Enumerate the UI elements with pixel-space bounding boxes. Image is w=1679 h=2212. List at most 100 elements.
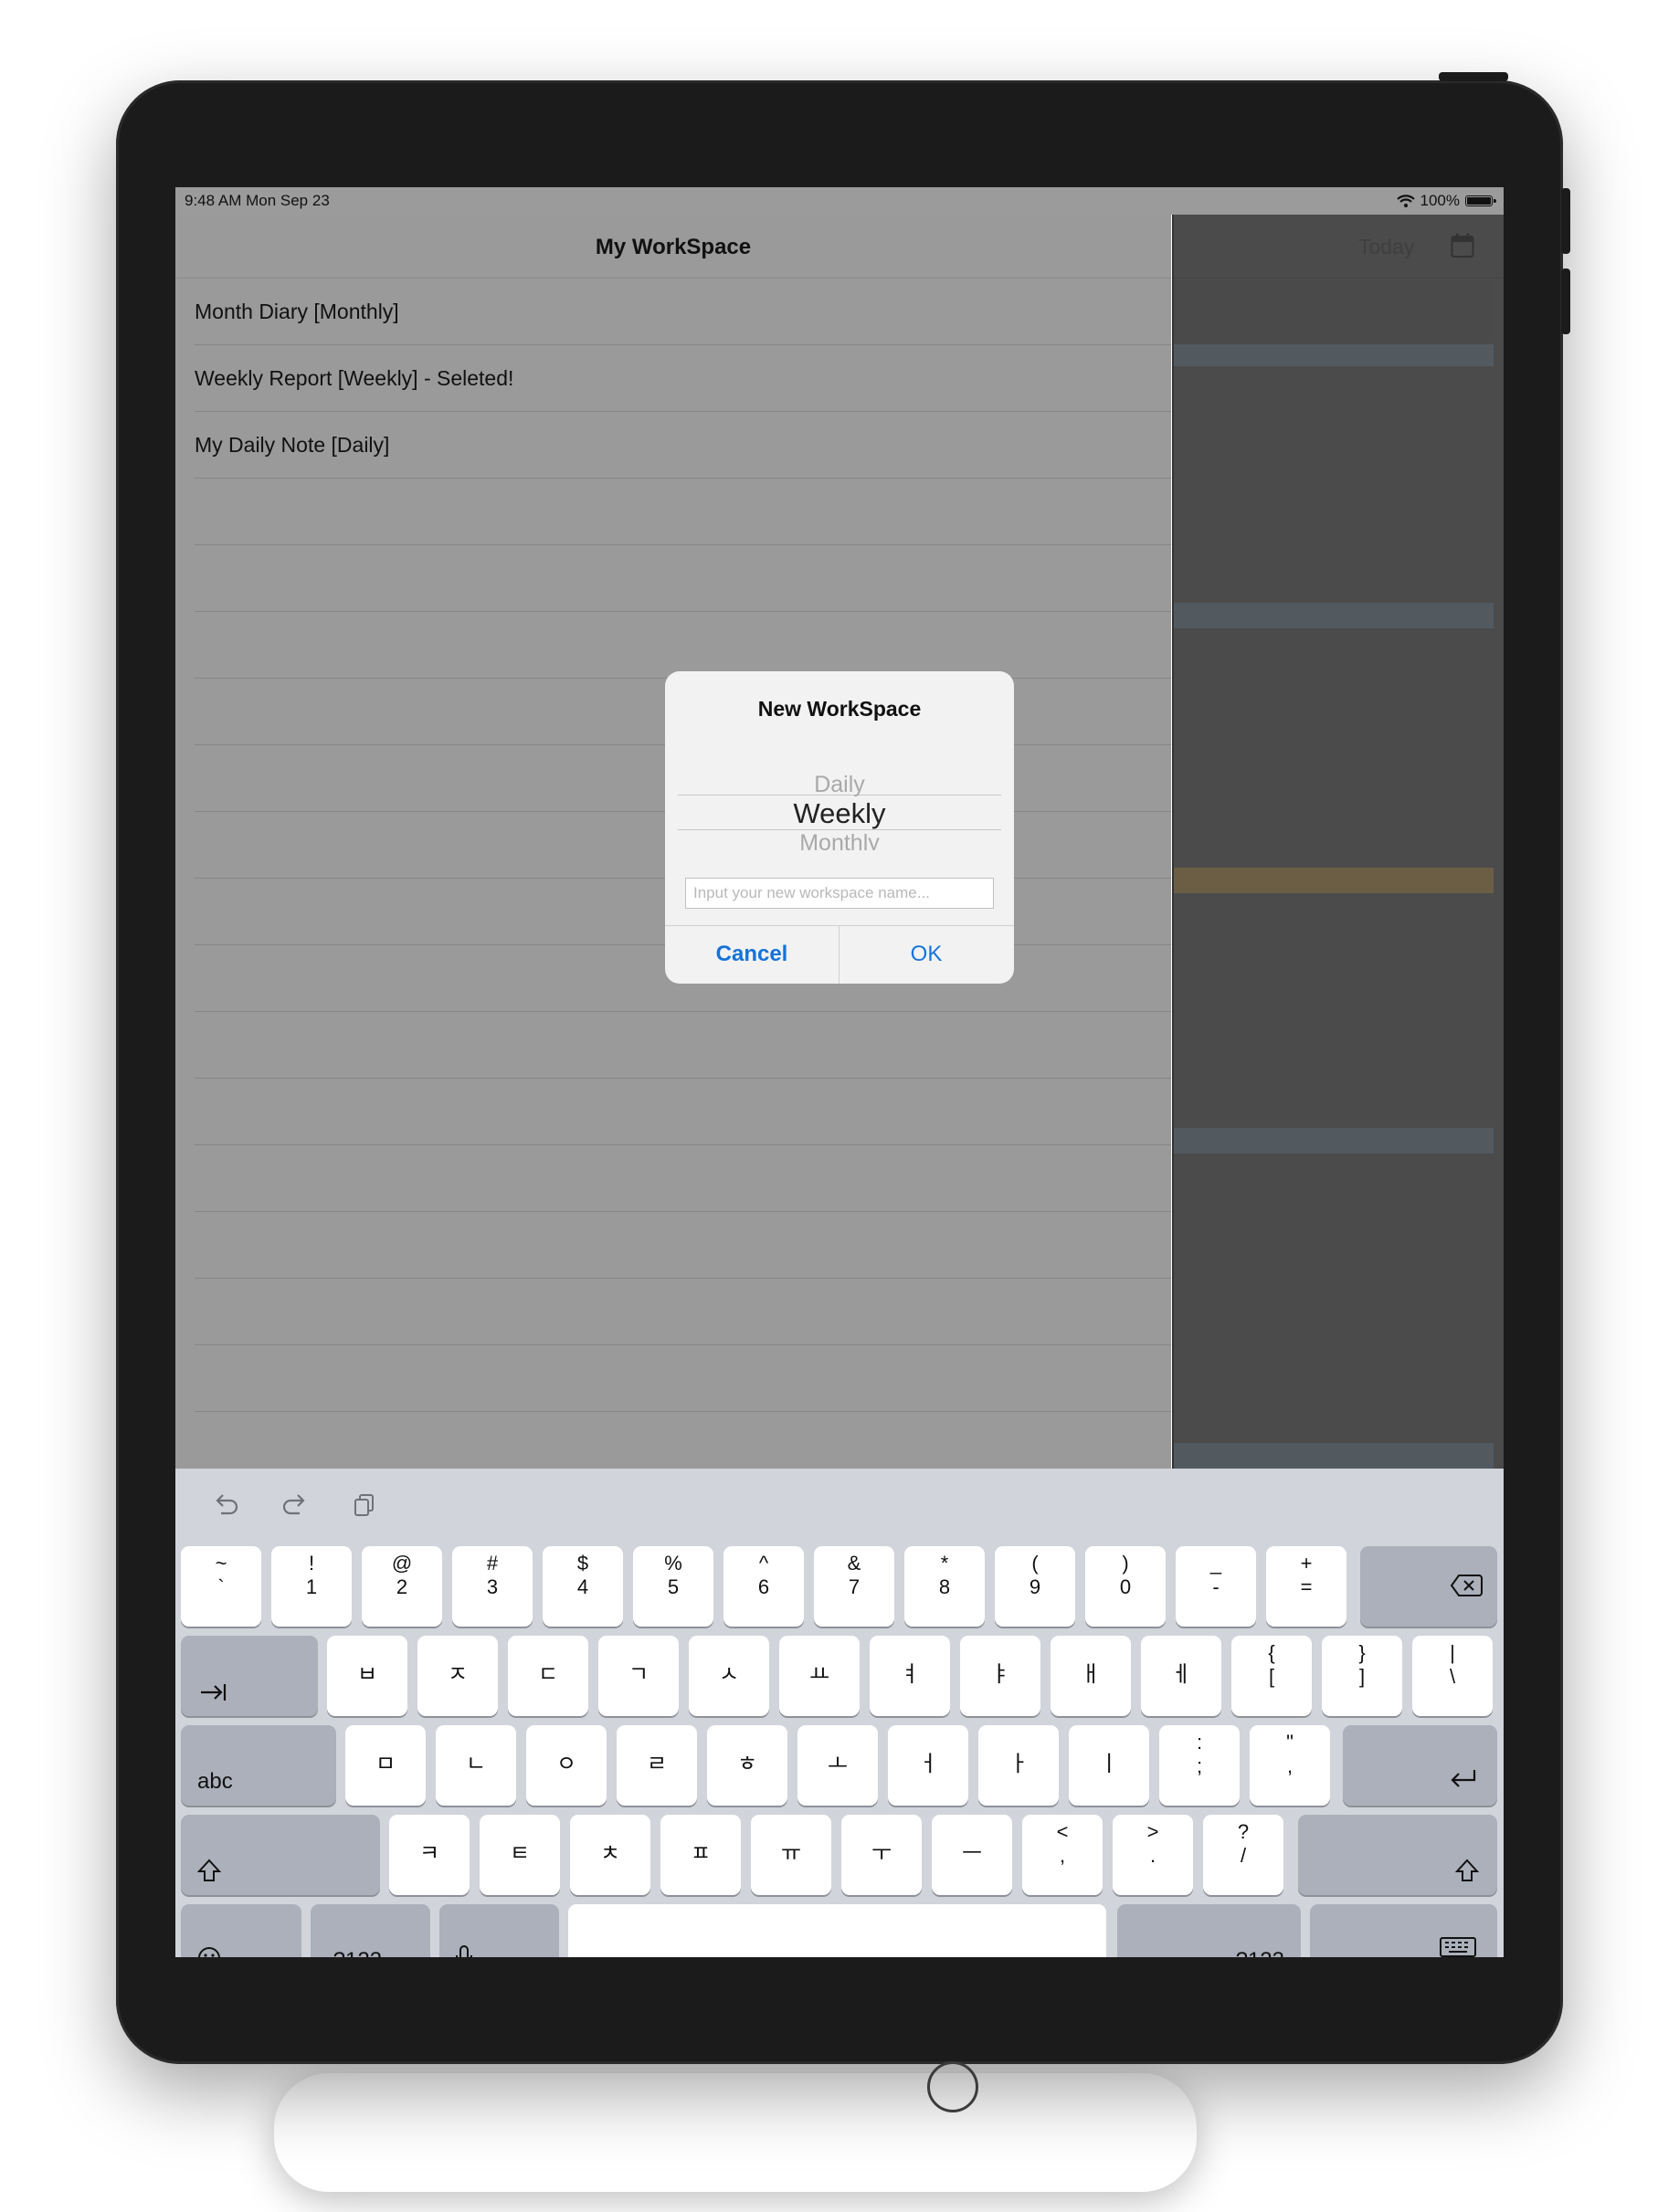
key-char[interactable]: ㅏ xyxy=(978,1725,1059,1806)
key-label: | xyxy=(1450,1641,1455,1664)
key-char[interactable]: % 5 xyxy=(633,1546,713,1627)
key-label: ㄹ xyxy=(646,1752,668,1776)
return-key[interactable] xyxy=(1343,1725,1497,1806)
key-label: ㅏ xyxy=(1008,1752,1030,1776)
delete-key[interactable] xyxy=(1360,1546,1497,1627)
key-char[interactable]: & 7 xyxy=(814,1546,894,1627)
space-key[interactable] xyxy=(568,1904,1106,1957)
key-char[interactable]: @2 xyxy=(362,1546,442,1627)
empty-row xyxy=(195,1012,1171,1079)
shift-icon xyxy=(1455,1859,1479,1881)
key-char[interactable]: $4 xyxy=(543,1546,623,1627)
key-char[interactable]: ㅋ xyxy=(389,1815,470,1895)
key-char[interactable]: ㅑ xyxy=(960,1636,1040,1716)
ok-button[interactable]: OK xyxy=(840,926,1013,984)
undo-icon[interactable] xyxy=(210,1489,241,1520)
key-char[interactable]: ㅊ xyxy=(570,1815,650,1895)
calendar-icon[interactable] xyxy=(1451,233,1474,258)
key-char[interactable]: ) 0 xyxy=(1085,1546,1166,1627)
key-char[interactable]: ㅈ xyxy=(417,1636,498,1716)
key-char[interactable]: (9 xyxy=(995,1546,1075,1627)
workspace-type-picker[interactable]: Daily Weekly Monthly xyxy=(678,763,1001,863)
key-char[interactable]: ㅁ xyxy=(345,1725,426,1806)
key-char[interactable]: ^ 6 xyxy=(723,1546,804,1627)
key-char[interactable]: ㅌ xyxy=(480,1815,560,1895)
key-label: ㅣ xyxy=(1098,1752,1120,1776)
new-workspace-dialog: New WorkSpace Daily Weekly Monthly Cance… xyxy=(665,671,1014,984)
redo-icon[interactable] xyxy=(280,1489,311,1520)
key-label: ^ xyxy=(758,1552,769,1575)
list-item[interactable]: Month Diary [Monthly] xyxy=(195,279,1171,345)
key-char[interactable]: ㅐ xyxy=(1051,1636,1131,1716)
key-label: ㅇ xyxy=(555,1752,577,1776)
key-char[interactable]: ㅗ xyxy=(797,1725,878,1806)
list-item[interactable]: Weekly Report [Weekly] - Seleted! xyxy=(195,345,1171,412)
key-char[interactable]: ? / xyxy=(1203,1815,1283,1895)
key-char[interactable]: ㅇ xyxy=(526,1725,607,1806)
top-button xyxy=(1439,72,1508,81)
key-label: ㅠ xyxy=(780,1841,802,1866)
home-button[interactable] xyxy=(927,2061,978,2112)
shift-left-key[interactable] xyxy=(181,1815,380,1895)
key-label: .?123 xyxy=(1230,1948,1284,1957)
calendar-band xyxy=(1174,1443,1494,1469)
key-char[interactable]: ㅎ xyxy=(707,1725,787,1806)
key-char[interactable]: ㅣ xyxy=(1069,1725,1149,1806)
key-char[interactable]: ㅓ xyxy=(888,1725,968,1806)
cancel-button[interactable]: Cancel xyxy=(665,926,839,984)
key-char[interactable]: ㄱ xyxy=(598,1636,679,1716)
today-button[interactable]: Today xyxy=(1358,235,1414,259)
dictation-key[interactable] xyxy=(439,1904,559,1957)
list-item-label: Weekly Report [Weekly] - Seleted! xyxy=(195,366,514,390)
key-char[interactable]: _ - xyxy=(1176,1546,1256,1627)
key-char[interactable]: ㅛ xyxy=(779,1636,860,1716)
numbers-key[interactable]: .?123 xyxy=(1117,1904,1301,1957)
key-char[interactable]: }] xyxy=(1322,1636,1402,1716)
key-char[interactable]: <, xyxy=(1022,1815,1103,1895)
empty-row xyxy=(195,612,1171,679)
key-label: ㄴ xyxy=(465,1752,487,1776)
key-char[interactable]: ㄹ xyxy=(617,1725,697,1806)
keyboard-dismiss-key[interactable] xyxy=(1310,1904,1497,1957)
key-char[interactable]: * 8 xyxy=(904,1546,985,1627)
key-char[interactable]: | \ xyxy=(1412,1636,1493,1716)
abc-key[interactable]: abc xyxy=(181,1725,336,1806)
key-char[interactable]: ~ ` xyxy=(181,1546,261,1627)
key-char[interactable]: ㅅ xyxy=(689,1636,769,1716)
key-char[interactable]: ㄷ xyxy=(508,1636,588,1716)
tab-key[interactable] xyxy=(181,1636,318,1716)
numbers-key[interactable]: .?123 xyxy=(311,1904,430,1957)
key-label: ! xyxy=(308,1552,315,1575)
emoji-key[interactable] xyxy=(181,1904,301,1957)
list-item[interactable]: My Daily Note [Daily] xyxy=(195,412,1171,479)
key-char[interactable]: ㅠ xyxy=(751,1815,831,1895)
picker-option-weekly[interactable]: Weekly xyxy=(678,797,1001,830)
key-label: % xyxy=(664,1552,682,1575)
shift-right-key[interactable] xyxy=(1298,1815,1497,1895)
key-char[interactable]: {[ xyxy=(1231,1636,1312,1716)
paste-icon[interactable] xyxy=(349,1489,380,1520)
key-label: ㅋ xyxy=(418,1841,440,1866)
key-char[interactable]: ㅍ xyxy=(660,1815,741,1895)
calendar-pane: Today xyxy=(1172,215,1504,1469)
key-char[interactable]: ㅡ xyxy=(932,1815,1012,1895)
key-label: .?123 xyxy=(327,1948,382,1957)
key-char[interactable]: + = xyxy=(1266,1546,1346,1627)
calendar-band xyxy=(1174,344,1494,366)
picker-option-daily[interactable]: Daily xyxy=(678,772,1001,798)
key-char[interactable]: ㅔ xyxy=(1141,1636,1221,1716)
calendar-nav-bar: Today xyxy=(1174,215,1504,279)
key-char[interactable]: ㅂ xyxy=(327,1636,407,1716)
key-char[interactable]: ! 1 xyxy=(271,1546,352,1627)
key-char[interactable]: ㄴ xyxy=(436,1725,516,1806)
key-label: 1 xyxy=(305,1575,318,1598)
key-char[interactable]: :; xyxy=(1159,1725,1240,1806)
key-char[interactable]: ", xyxy=(1250,1725,1330,1806)
key-char[interactable]: >. xyxy=(1113,1815,1193,1895)
key-char[interactable]: ㅕ xyxy=(870,1636,950,1716)
empty-row xyxy=(195,1145,1171,1212)
key-char[interactable]: #3 xyxy=(452,1546,533,1627)
workspace-name-input[interactable] xyxy=(685,878,994,909)
key-char[interactable]: ㅜ xyxy=(841,1815,922,1895)
picker-option-monthly[interactable]: Monthly xyxy=(678,830,1001,850)
